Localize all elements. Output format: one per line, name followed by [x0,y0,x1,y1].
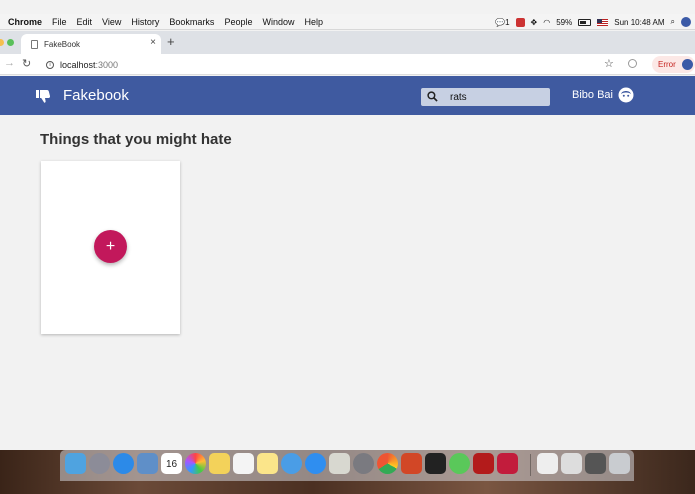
search-input[interactable] [450,90,545,104]
document-icon[interactable] [537,453,558,474]
wechat-status-icon[interactable]: 💬1 [495,18,509,27]
profile-avatar [682,59,693,70]
profile-error-chip[interactable]: Error [652,56,695,73]
macos-menu-bar: Chrome File Edit View History Bookmarks … [0,14,695,30]
zoom-window-button[interactable] [7,39,14,46]
menu-history[interactable]: History [131,17,159,27]
script-editor-icon[interactable] [329,453,350,474]
brand-title[interactable]: Fakebook [63,87,129,104]
browser-tab-fakebook[interactable]: FakeBook × [21,34,161,54]
clock[interactable]: Sun 10:48 AM [614,18,664,27]
menu-app-chrome[interactable]: Chrome [8,17,42,27]
search-box[interactable] [421,88,550,106]
battery-icon[interactable] [578,18,592,26]
terminal-icon[interactable] [425,453,446,474]
chrome-icon[interactable] [377,453,398,474]
thumbs-down-icon [36,90,51,103]
powerpoint-icon[interactable] [401,453,422,474]
acrobat-icon[interactable] [473,453,494,474]
preview-icon[interactable] [137,453,158,474]
user-face-icon[interactable] [618,87,634,103]
reminders-icon[interactable] [233,453,254,474]
launchpad-icon[interactable] [89,453,110,474]
finder-icon[interactable] [65,453,86,474]
trash-icon[interactable] [609,453,630,474]
dropbox-icon[interactable]: ✥ [531,18,538,27]
profile-error-label: Error [658,60,676,69]
wechat-badge: 1 [505,17,510,27]
menu-people[interactable]: People [224,17,252,27]
calendar-icon[interactable]: 16 [161,453,182,474]
siri-icon[interactable] [681,17,691,27]
wifi-icon[interactable]: ◠ [543,18,550,27]
rubymine-icon[interactable] [497,453,518,474]
wechat-icon[interactable] [449,453,470,474]
bookmark-star-icon[interactable]: ☆ [604,57,614,70]
spotlight-icon[interactable]: ⌕ [671,17,675,27]
menu-window[interactable]: Window [262,17,294,27]
system-preferences-icon[interactable] [353,453,374,474]
url-port: :3000 [95,59,119,70]
messages-icon[interactable] [281,453,302,474]
menu-edit[interactable]: Edit [77,17,93,27]
dock-separator [530,454,531,476]
stickies-icon[interactable] [209,453,230,474]
notes-icon[interactable] [257,453,278,474]
minimize-window-button[interactable] [0,39,4,46]
url-host: localhost [60,59,96,70]
close-tab-icon[interactable]: × [150,37,156,48]
macos-dock: 16 [60,450,634,481]
new-tab-button[interactable]: + [167,34,175,49]
menu-file[interactable]: File [52,17,67,27]
menu-view[interactable]: View [102,17,121,27]
extension-icon[interactable] [628,59,637,68]
search-icon [427,91,438,102]
section-title: Things that you might hate [40,131,232,148]
photo-booth-status-icon[interactable] [515,17,525,27]
battery-percent[interactable]: 59% [556,18,572,27]
folder-icon[interactable] [561,453,582,474]
safari-icon[interactable] [113,453,134,474]
us-flag-input-icon[interactable] [597,18,609,26]
browser-tab-strip: FakeBook × + [0,31,695,54]
downloads-icon[interactable] [585,453,606,474]
hate-card: + [41,161,180,334]
app-store-icon[interactable] [305,453,326,474]
menu-bookmarks[interactable]: Bookmarks [169,17,214,27]
reload-icon[interactable]: ↻ [22,57,31,70]
photos-icon[interactable] [185,453,206,474]
browser-toolbar: → ↻ i localhost:3000 ☆ Error [0,54,695,75]
user-name[interactable]: Bibo Bai [572,89,613,101]
add-item-button[interactable]: + [94,230,127,263]
tab-title: FakeBook [44,39,81,49]
page-icon [31,39,38,49]
address-bar[interactable]: i localhost:3000 [40,56,617,73]
menu-help[interactable]: Help [304,17,323,27]
forward-arrow-icon[interactable]: → [4,57,15,69]
site-info-icon[interactable]: i [46,60,54,69]
